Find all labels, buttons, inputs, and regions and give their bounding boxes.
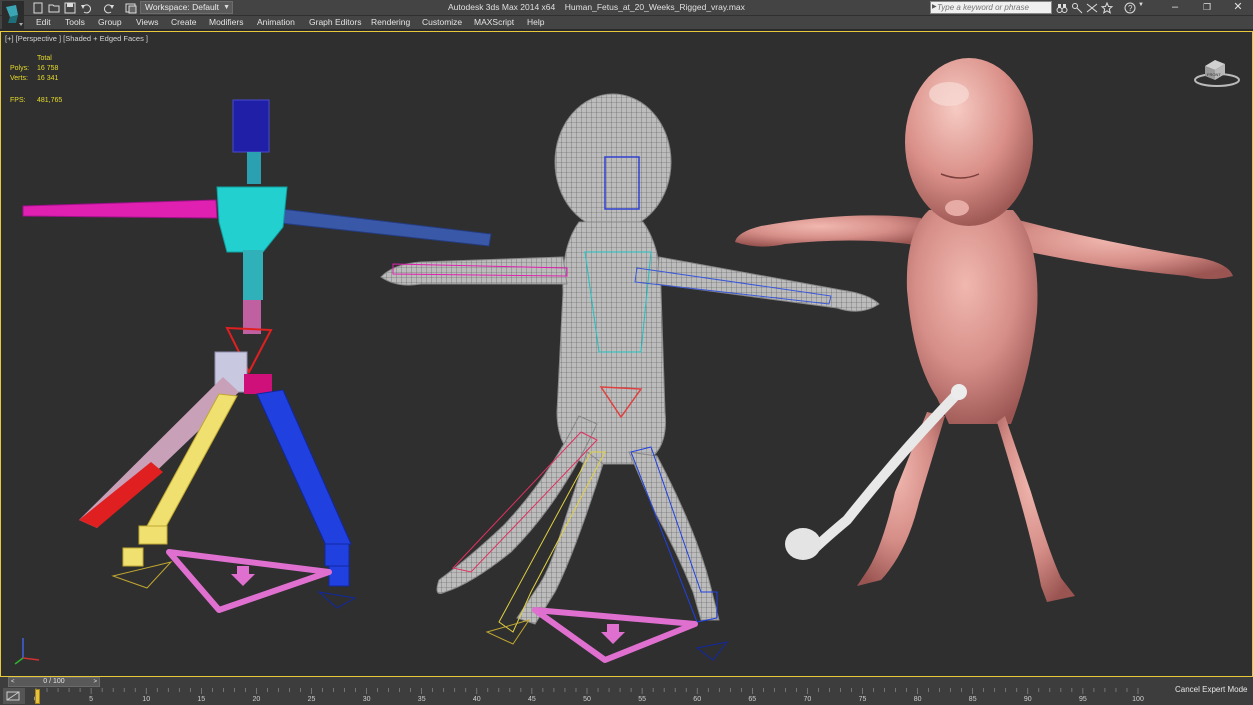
help-icon[interactable]: ?	[1124, 2, 1136, 14]
timeline-track[interactable]: 0510152025303540455055606570758085909510…	[30, 688, 1172, 704]
mini-curve-editor-icon[interactable]	[3, 688, 25, 704]
frame-counter-label: 0 / 100	[43, 678, 65, 685]
app-title: Autodesk 3ds Max 2014 x64	[448, 2, 556, 12]
menu-create[interactable]: Create	[171, 17, 197, 27]
time-slider-handle[interactable]	[35, 689, 40, 704]
key-icon[interactable]	[1071, 2, 1083, 14]
community-icon[interactable]	[1086, 2, 1098, 14]
axis-tripod-icon	[9, 632, 43, 666]
help-dropdown-icon[interactable]: ▼	[1138, 2, 1150, 14]
file-name: Human_Fetus_at_20_Weeks_Rigged_vray.max	[564, 2, 745, 12]
favorites-icon[interactable]	[1100, 1, 1114, 14]
workspace-label: Workspace: Default	[145, 2, 220, 12]
timeline-tick-label: 30	[363, 696, 371, 703]
binoculars-icon[interactable]	[1056, 2, 1068, 14]
title-bar: Workspace: Default ▼ Autodesk 3ds Max 20…	[0, 0, 1253, 29]
redo-icon[interactable]	[103, 2, 115, 14]
search-input[interactable]	[931, 2, 1051, 13]
timeline-tick-label: 95	[1079, 696, 1087, 703]
viewcube[interactable]: FRONT	[1191, 52, 1241, 88]
timeline-tick-label: 10	[142, 696, 150, 703]
timeline-tick-label: 65	[748, 696, 756, 703]
menu-animation[interactable]: Animation	[257, 17, 295, 27]
menu-views[interactable]: Views	[136, 17, 159, 27]
menu-edit[interactable]: Edit	[36, 17, 51, 27]
search-box[interactable]: ▶	[930, 1, 1052, 14]
timeline-tick-label: 20	[253, 696, 261, 703]
next-frame-button[interactable]: >	[93, 678, 97, 686]
timeline-tick-label: 35	[418, 696, 426, 703]
window-title: Autodesk 3ds Max 2014 x64 Human_Fetus_at…	[448, 2, 745, 12]
app-logo-icon[interactable]	[2, 1, 24, 29]
save-icon[interactable]	[64, 2, 76, 14]
timeline-tick-label: 85	[969, 696, 977, 703]
menu-group[interactable]: Group	[98, 17, 122, 27]
timeline-tick-label: 60	[693, 696, 701, 703]
chevron-down-icon: ▼	[223, 4, 230, 11]
svg-text:?: ?	[1128, 4, 1133, 13]
prev-frame-button[interactable]: <	[11, 678, 15, 686]
minimize-button[interactable]: –	[1160, 0, 1190, 16]
timeline-tick-label: 25	[308, 696, 316, 703]
open-file-icon[interactable]	[48, 2, 60, 14]
shaded-fetus-model[interactable]	[735, 58, 1233, 602]
timeline-tick-label: 40	[473, 696, 481, 703]
menu-modifiers[interactable]: Modifiers	[209, 17, 243, 27]
timeline-tick-label: 45	[528, 696, 536, 703]
bone-rig[interactable]	[22, 99, 492, 613]
scene-canvas[interactable]	[1, 32, 1252, 676]
timeline-tick-label: 70	[804, 696, 812, 703]
timeline-tick-label: 90	[1024, 696, 1032, 703]
timeline-tick-label: 80	[914, 696, 922, 703]
menu-customize[interactable]: Customize	[422, 17, 462, 27]
timeline-tick-label: 100	[1132, 696, 1144, 703]
cancel-expert-mode-button[interactable]: Cancel Expert Mode	[1175, 685, 1247, 694]
menu-maxscript[interactable]: MAXScript	[474, 17, 514, 27]
viewcube-front-label: FRONT	[1207, 72, 1221, 77]
menu-bar: Edit Tools Group Views Create Modifiers …	[0, 16, 1253, 30]
wireframe-mesh[interactable]	[380, 93, 880, 663]
timeline-tick-label: 15	[197, 696, 205, 703]
menu-tools[interactable]: Tools	[65, 17, 85, 27]
timeline-panel: < 0 / 100 > 0510152025303540455055606570…	[0, 677, 1253, 705]
timeline-tick-label: 5	[89, 696, 93, 703]
project-folder-icon[interactable]	[125, 2, 137, 14]
menu-graph-editors[interactable]: Graph Editors	[309, 17, 361, 27]
menu-help[interactable]: Help	[527, 17, 544, 27]
workspace-dropdown[interactable]: Workspace: Default ▼	[140, 1, 233, 14]
restore-button[interactable]: ❐	[1192, 0, 1222, 16]
perspective-viewport[interactable]: [+] [Perspective ] [Shaded + Edged Faces…	[0, 31, 1253, 677]
search-arrow-icon: ▶	[932, 4, 937, 10]
close-button[interactable]: ✕	[1223, 0, 1253, 16]
timeline-tick-label: 50	[583, 696, 591, 703]
frame-counter[interactable]: < 0 / 100 >	[8, 677, 100, 687]
new-file-icon[interactable]	[32, 2, 44, 14]
timeline-tick-label: 75	[859, 696, 867, 703]
menu-rendering[interactable]: Rendering	[371, 17, 410, 27]
timeline-tick-label: 55	[638, 696, 646, 703]
undo-icon[interactable]	[80, 2, 92, 14]
